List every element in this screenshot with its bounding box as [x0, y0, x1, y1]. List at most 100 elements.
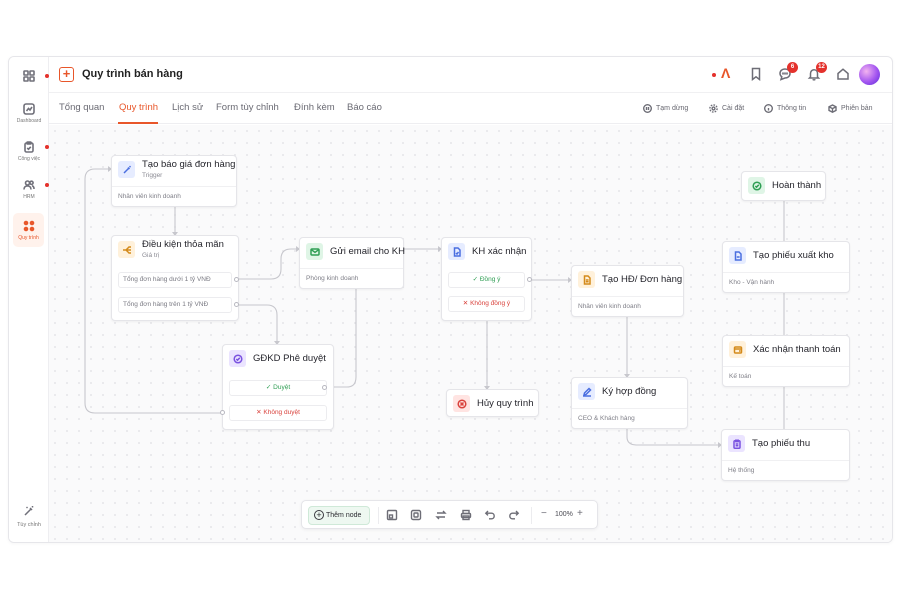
- zoom-out-button[interactable]: −: [541, 509, 547, 519]
- sidebar-item-label: Tùy chỉnh: [17, 522, 41, 528]
- node-divider: [722, 460, 849, 461]
- active-tab-indicator: [118, 122, 158, 124]
- output-handle[interactable]: [234, 277, 239, 282]
- undo-icon: [484, 510, 495, 520]
- node-divider: [300, 268, 403, 269]
- node-owner: Kế toán: [729, 373, 752, 380]
- node-title: Tạo phiếu xuất kho: [753, 250, 834, 261]
- node-receipt[interactable]: Tạo phiếu thu Hệ thống: [721, 429, 850, 481]
- node-subtitle: Giá trị: [142, 252, 160, 259]
- sidebar-item-quy-trinh[interactable]: Quy trình: [13, 213, 44, 247]
- settings-label: Cài đặt: [722, 105, 745, 112]
- node-payment[interactable]: Xác nhận thanh toán Kế toán: [722, 335, 850, 387]
- output-handle[interactable]: [220, 410, 225, 415]
- box-icon: [828, 104, 837, 113]
- tab-tong-quan[interactable]: Tổng quan: [59, 102, 104, 113]
- fullscreen-button[interactable]: [410, 508, 424, 522]
- tab-quy-trinh[interactable]: Quy trình: [119, 102, 158, 113]
- approve-label: Duyệt: [273, 384, 291, 391]
- brand-logo-icon: Λ: [721, 65, 731, 81]
- node-confirm[interactable]: KH xác nhận ✓ Đồng ý ✕ Không đồng ý: [441, 237, 532, 321]
- node-email[interactable]: Gửi email cho KH Phòng kinh doanh: [299, 237, 405, 289]
- node-approve[interactable]: GĐKD Phê duyệt ✓ Duyệt ✕ Không duyệt: [220, 344, 334, 430]
- reject-option[interactable]: ✕ Không duyệt: [229, 405, 327, 421]
- approve-option[interactable]: ✓ Duyệt: [229, 380, 327, 396]
- node-done[interactable]: Hoàn thành: [741, 171, 826, 201]
- fit-view-button[interactable]: [386, 508, 400, 522]
- node-cancel[interactable]: Hủy quy trình: [446, 389, 539, 417]
- node-condition[interactable]: Điều kiện thỏa mãn Giá trị Tổng đơn hàng…: [111, 235, 239, 321]
- disagree-option[interactable]: ✕ Không đồng ý: [448, 296, 525, 312]
- output-handle[interactable]: [234, 302, 239, 307]
- app-header: + Quy trình bán hàng Λ 6 12: [49, 57, 892, 93]
- pause-button[interactable]: Tạm dừng: [643, 104, 688, 113]
- branch-icon: [118, 241, 135, 258]
- tab-form-tuy-chinh[interactable]: Form tùy chỉnh: [216, 102, 279, 113]
- avatar[interactable]: [859, 64, 880, 85]
- info-icon: [764, 104, 773, 113]
- info-button[interactable]: Thông tin: [764, 104, 806, 113]
- home-button[interactable]: [836, 67, 850, 81]
- edge-condition-email: [239, 248, 299, 280]
- condition-option[interactable]: Tổng đơn hàng dưới 1 tỷ VNĐ: [118, 272, 232, 288]
- grid-icon: [23, 70, 35, 82]
- node-owner: Kho - Vận hành: [729, 279, 775, 286]
- tab-dinh-kem[interactable]: Đính kèm: [294, 102, 335, 113]
- node-sign[interactable]: Ký hợp đồng CEO & Khách hàng: [571, 377, 688, 429]
- receipt-icon: [729, 341, 746, 358]
- version-button[interactable]: Phiên bản: [828, 104, 873, 113]
- zoom-in-button[interactable]: +: [577, 509, 583, 519]
- undo-button[interactable]: [484, 508, 498, 522]
- sidebar-item-tuy-chinh[interactable]: Tùy chỉnh: [9, 505, 49, 535]
- tab-bao-cao[interactable]: Báo cáo: [347, 102, 382, 113]
- dashboard-icon: [23, 102, 35, 115]
- output-handle[interactable]: [322, 385, 327, 390]
- agree-label: Đồng ý: [479, 276, 501, 283]
- disagree-label: Không đồng ý: [470, 300, 511, 307]
- sidebar-item-cong-viec[interactable]: Công việc: [9, 134, 49, 168]
- node-divider: [572, 296, 683, 297]
- messages-button[interactable]: 6: [778, 62, 798, 81]
- sidebar-item-label: HRM: [23, 193, 35, 200]
- apps-grid-button[interactable]: [9, 59, 49, 93]
- tab-lich-su[interactable]: Lịch sử: [172, 102, 203, 113]
- node-owner: Phòng kinh doanh: [306, 275, 359, 282]
- swap-icon: [435, 510, 447, 520]
- redo-button[interactable]: [508, 508, 522, 522]
- redo-icon: [509, 510, 520, 520]
- messages-badge: 6: [787, 62, 798, 73]
- output-handle[interactable]: [527, 277, 532, 282]
- node-title: Tạo phiếu thu: [752, 438, 811, 449]
- plus-square-icon[interactable]: +: [59, 67, 74, 82]
- node-title: Tạo báo giá đơn hàng: [142, 159, 236, 170]
- node-title: Xác nhận thanh toán: [753, 344, 841, 355]
- pause-icon: [643, 104, 652, 113]
- page-title: Quy trình bán hàng: [82, 68, 183, 80]
- node-quote[interactable]: Tạo báo giá đơn hàng Trigger Nhân viên k…: [111, 155, 237, 207]
- sidebar-item-label: Dashboard: [16, 117, 42, 124]
- x-circle-icon: [453, 395, 470, 412]
- agree-option[interactable]: ✓ Đồng ý: [448, 272, 525, 288]
- printer-icon: [460, 509, 472, 521]
- node-title: Ký hợp đồng: [602, 386, 657, 397]
- file-icon: [729, 247, 746, 264]
- bookmark-button[interactable]: [749, 67, 763, 82]
- settings-button[interactable]: Cài đặt: [709, 104, 744, 113]
- add-node-label: Thêm node: [326, 512, 362, 519]
- node-contract[interactable]: Tạo HĐ/ Đơn hàng Nhân viên kinh doanh: [571, 265, 684, 317]
- notifications-button[interactable]: 12: [807, 62, 827, 81]
- print-button[interactable]: [460, 508, 474, 522]
- swap-button[interactable]: [435, 508, 449, 522]
- notifications-badge: 12: [816, 62, 827, 73]
- node-divider: [112, 186, 236, 187]
- sidebar-rail: Dashboard Công việc HRM Quy trình Tùy ch…: [9, 57, 49, 542]
- node-export[interactable]: Tạo phiếu xuất kho Kho - Vận hành: [722, 241, 850, 293]
- node-title: Điều kiện thỏa mãn: [142, 239, 224, 250]
- workflow-canvas[interactable]: Tạo báo giá đơn hàng Trigger Nhân viên k…: [49, 125, 892, 542]
- add-node-button[interactable]: + Thêm node: [308, 506, 370, 525]
- check-circle-icon: [229, 350, 246, 367]
- condition-option[interactable]: Tổng đơn hàng trên 1 tỷ VNĐ: [118, 297, 232, 313]
- sidebar-item-hrm[interactable]: HRM: [9, 172, 49, 206]
- file-text-icon: [578, 271, 595, 288]
- sidebar-item-dashboard[interactable]: Dashboard: [9, 96, 49, 130]
